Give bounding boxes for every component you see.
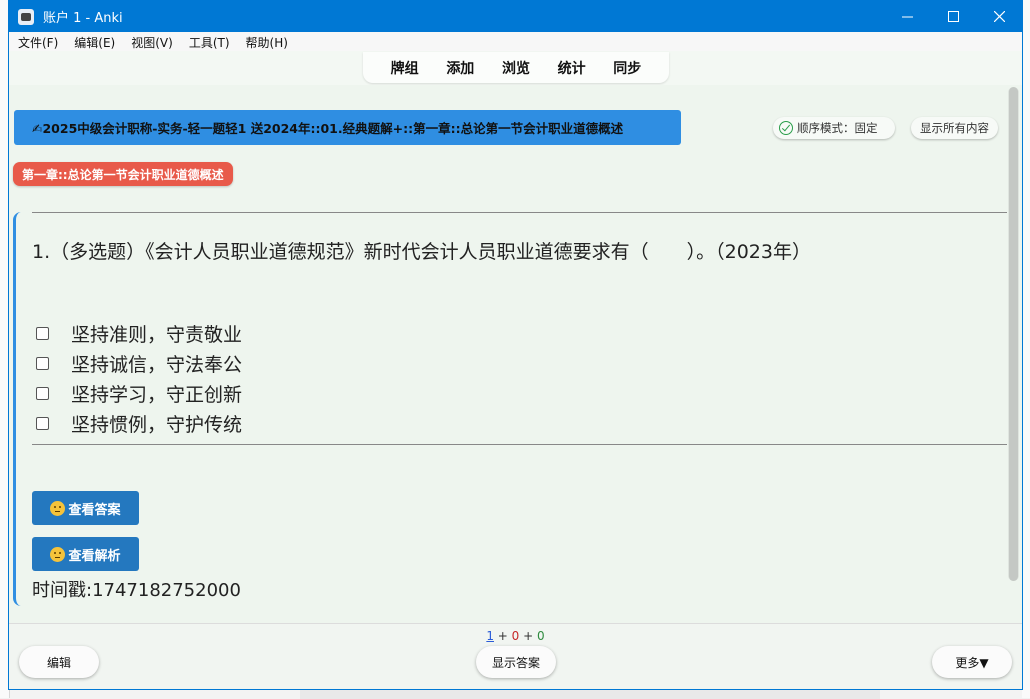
plus-sign: +	[493, 629, 512, 643]
anki-window: 账户 1 - Anki 文件(F) 编辑(E) 视图(V) 工具(T) 帮助(H…	[8, 0, 1023, 690]
title-bar[interactable]: 账户 1 - Anki	[9, 1, 1022, 32]
close-icon	[993, 11, 1005, 22]
background-window-right	[1022, 0, 1030, 698]
option-item[interactable]: 坚持准则，守责敬业	[36, 320, 242, 347]
toolbar-add[interactable]: 添加	[446, 58, 474, 78]
toolbar-stats[interactable]: 统计	[558, 58, 586, 78]
view-analysis-button[interactable]: 查看解析	[32, 537, 139, 571]
show-answer-button[interactable]: 显示答案	[476, 646, 556, 678]
toolbar-area: 牌组 添加 浏览 统计 同步	[9, 51, 1022, 85]
due-counts: 1 + 0 + 0	[9, 629, 1022, 643]
review-bottom-bar: 1 + 0 + 0 编辑 显示答案 更多▼	[9, 623, 1022, 689]
option-item[interactable]: 坚持诚信，守法奉公	[36, 350, 242, 377]
order-mode-label: 顺序模式：固定	[797, 121, 878, 135]
thinking-emoji-icon	[50, 546, 66, 562]
face-emoji-icon	[50, 500, 66, 516]
menu-bar: 文件(F) 编辑(E) 视图(V) 工具(T) 帮助(H)	[9, 32, 1022, 52]
option-checkbox[interactable]	[36, 417, 49, 430]
option-label: 坚持准则，守责敬业	[71, 324, 243, 346]
option-item[interactable]: 坚持惯例，守护传统	[36, 410, 242, 437]
window-title: 账户 1 - Anki	[43, 11, 123, 26]
toolbar-sync[interactable]: 同步	[613, 58, 641, 78]
minimize-button[interactable]	[884, 1, 930, 32]
divider-top	[32, 212, 1007, 213]
option-checkbox[interactable]	[36, 357, 49, 370]
toolbar-decks[interactable]: 牌组	[391, 58, 419, 78]
option-label: 坚持惯例，守护传统	[71, 414, 243, 436]
main-toolbar: 牌组 添加 浏览 统计 同步	[363, 52, 669, 83]
card-content: ✍2025中级会计职称-实务-轻一题轻1 送2024年::01.经典题解+::第…	[9, 85, 1022, 623]
maximize-button[interactable]	[930, 1, 976, 32]
maximize-icon	[947, 11, 959, 22]
divider-bottom	[32, 444, 1007, 445]
order-mode-pill[interactable]: 顺序模式：固定	[773, 117, 895, 139]
menu-help[interactable]: 帮助(H)	[237, 34, 295, 51]
anki-app-icon	[18, 8, 34, 25]
new-count: 1	[486, 629, 494, 643]
view-analysis-label: 查看解析	[68, 548, 121, 564]
view-answer-label: 查看答案	[68, 502, 121, 518]
plus-sign: +	[519, 629, 537, 643]
option-label: 坚持学习，守正创新	[71, 384, 243, 406]
option-checkbox[interactable]	[36, 327, 49, 340]
question-card: 1.（多选题）《会计人员职业道德规范》新时代会计人员职业道德要求有（ ）。（20…	[13, 212, 1011, 606]
menu-tools[interactable]: 工具(T)	[180, 34, 237, 51]
chapter-tag: 第一章::总论第一节会计职业道德概述	[13, 162, 233, 186]
show-all-button[interactable]: 显示所有内容	[911, 117, 998, 139]
minimize-icon	[901, 16, 913, 18]
toolbar-browse[interactable]: 浏览	[502, 58, 530, 78]
more-button[interactable]: 更多▼	[932, 646, 1012, 678]
option-label: 坚持诚信，守法奉公	[71, 354, 243, 376]
deck-path-banner: ✍2025中级会计职称-实务-轻一题轻1 送2024年::01.经典题解+::第…	[14, 110, 681, 145]
check-circle-icon	[779, 121, 793, 135]
menu-edit[interactable]: 编辑(E)	[65, 34, 122, 51]
review-count: 0	[537, 629, 545, 643]
view-answer-button[interactable]: 查看答案	[32, 491, 139, 525]
menu-file[interactable]: 文件(F)	[9, 34, 65, 51]
timestamp: 时间戳:1747182752000	[32, 580, 241, 601]
menu-view[interactable]: 视图(V)	[122, 34, 180, 51]
question-text: 1.（多选题）《会计人员职业道德规范》新时代会计人员职业道德要求有（ ）。（20…	[32, 241, 811, 263]
option-checkbox[interactable]	[36, 387, 49, 400]
edit-button[interactable]: 编辑	[19, 646, 99, 678]
option-item[interactable]: 坚持学习，守正创新	[36, 380, 242, 407]
close-button[interactable]	[976, 1, 1022, 32]
